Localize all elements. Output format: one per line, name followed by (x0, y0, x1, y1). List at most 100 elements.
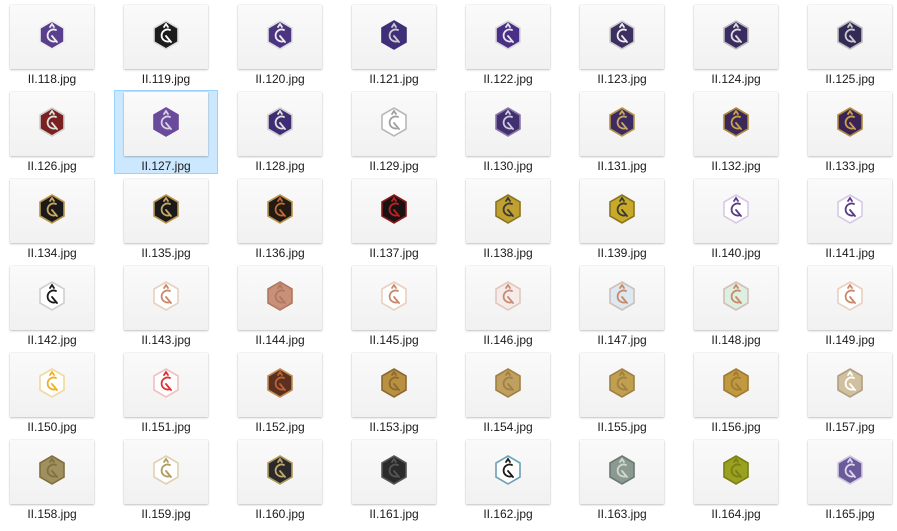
hexagon-badge-icon (267, 281, 293, 311)
hexagon-badge-icon (39, 281, 65, 311)
file-item[interactable]: II.159.jpg (114, 438, 218, 522)
file-item[interactable]: II.152.jpg (228, 351, 332, 435)
file-item[interactable]: II.129.jpg (342, 90, 446, 174)
file-thumbnail (694, 440, 778, 504)
file-thumbnail (124, 5, 208, 69)
hexagon-badge-icon (495, 368, 521, 398)
file-item[interactable]: II.155.jpg (570, 351, 674, 435)
hexagon-badge-icon (381, 194, 407, 224)
file-item[interactable]: II.141.jpg (798, 177, 897, 261)
hexagon-badge-icon (39, 194, 65, 224)
file-item[interactable]: II.149.jpg (798, 264, 897, 348)
hexagon-badge-icon (381, 20, 407, 50)
file-thumbnail (580, 353, 664, 417)
file-item[interactable]: II.142.jpg (0, 264, 104, 348)
file-thumbnail (580, 179, 664, 243)
file-item[interactable]: II.122.jpg (456, 3, 560, 87)
file-item[interactable]: II.119.jpg (114, 3, 218, 87)
file-item[interactable]: II.160.jpg (228, 438, 332, 522)
file-name-label: II.137.jpg (369, 246, 419, 260)
file-item[interactable]: II.120.jpg (228, 3, 332, 87)
hexagon-badge-icon (837, 455, 863, 485)
file-item[interactable]: II.147.jpg (570, 264, 674, 348)
file-item[interactable]: II.144.jpg (228, 264, 332, 348)
file-name-label: II.161.jpg (369, 507, 419, 521)
hexagon-badge-icon (723, 368, 749, 398)
file-name-label: II.142.jpg (27, 333, 77, 347)
file-name-label: II.151.jpg (141, 420, 191, 434)
file-item[interactable]: II.156.jpg (684, 351, 788, 435)
file-thumbnail (10, 5, 94, 69)
file-item[interactable]: II.130.jpg (456, 90, 560, 174)
file-item[interactable]: II.127.jpg (114, 90, 218, 174)
hexagon-badge-icon (837, 368, 863, 398)
file-item[interactable]: II.162.jpg (456, 438, 560, 522)
file-name-label: II.150.jpg (27, 420, 77, 434)
file-thumbnail (694, 353, 778, 417)
file-item[interactable]: II.134.jpg (0, 177, 104, 261)
file-thumbnail (808, 353, 892, 417)
file-item[interactable]: II.126.jpg (0, 90, 104, 174)
file-name-label: II.124.jpg (711, 72, 761, 86)
file-item[interactable]: II.136.jpg (228, 177, 332, 261)
file-name-label: II.118.jpg (27, 72, 77, 86)
hexagon-badge-icon (495, 455, 521, 485)
file-item[interactable]: II.124.jpg (684, 3, 788, 87)
file-thumbnail (466, 266, 550, 330)
file-item[interactable]: II.139.jpg (570, 177, 674, 261)
file-thumbnail (238, 179, 322, 243)
file-name-label: II.139.jpg (597, 246, 647, 260)
file-item[interactable]: II.154.jpg (456, 351, 560, 435)
file-item[interactable]: II.135.jpg (114, 177, 218, 261)
file-thumbnail (10, 266, 94, 330)
file-name-label: II.157.jpg (825, 420, 875, 434)
file-item[interactable]: II.137.jpg (342, 177, 446, 261)
file-thumbnail (580, 92, 664, 156)
file-name-label: II.156.jpg (711, 420, 761, 434)
file-item[interactable]: II.131.jpg (570, 90, 674, 174)
file-thumbnail (10, 92, 94, 156)
file-item[interactable]: II.125.jpg (798, 3, 897, 87)
file-item[interactable]: II.161.jpg (342, 438, 446, 522)
file-item[interactable]: II.153.jpg (342, 351, 446, 435)
file-item[interactable]: II.151.jpg (114, 351, 218, 435)
file-item[interactable]: II.165.jpg (798, 438, 897, 522)
file-item[interactable]: II.164.jpg (684, 438, 788, 522)
file-item[interactable]: II.146.jpg (456, 264, 560, 348)
file-item[interactable]: II.150.jpg (0, 351, 104, 435)
hexagon-badge-icon (495, 281, 521, 311)
file-item[interactable]: II.158.jpg (0, 438, 104, 522)
file-item[interactable]: II.163.jpg (570, 438, 674, 522)
hexagon-badge-icon (267, 20, 293, 50)
file-item[interactable]: II.138.jpg (456, 177, 560, 261)
file-thumbnail (808, 266, 892, 330)
hexagon-badge-icon (609, 107, 635, 137)
file-thumbnail (352, 179, 436, 243)
file-thumbnail (808, 5, 892, 69)
file-thumbnail (352, 440, 436, 504)
hexagon-badge-icon (267, 455, 293, 485)
file-name-label: II.132.jpg (711, 159, 761, 173)
file-item[interactable]: II.128.jpg (228, 90, 332, 174)
file-item[interactable]: II.132.jpg (684, 90, 788, 174)
file-name-label: II.158.jpg (27, 507, 77, 521)
file-item[interactable]: II.157.jpg (798, 351, 897, 435)
file-item[interactable]: II.118.jpg (0, 3, 104, 87)
file-name-label: II.141.jpg (825, 246, 875, 260)
file-item[interactable]: II.140.jpg (684, 177, 788, 261)
file-name-label: II.146.jpg (483, 333, 533, 347)
file-name-label: II.119.jpg (141, 72, 191, 86)
hexagon-badge-icon (609, 20, 635, 50)
hexagon-badge-icon (39, 368, 65, 398)
file-item[interactable]: II.121.jpg (342, 3, 446, 87)
file-name-label: II.153.jpg (369, 420, 419, 434)
file-thumbnail (580, 5, 664, 69)
file-thumbnail (808, 92, 892, 156)
file-name-label: II.128.jpg (255, 159, 305, 173)
file-item[interactable]: II.133.jpg (798, 90, 897, 174)
file-item[interactable]: II.148.jpg (684, 264, 788, 348)
file-item[interactable]: II.145.jpg (342, 264, 446, 348)
file-item[interactable]: II.123.jpg (570, 3, 674, 87)
file-item[interactable]: II.143.jpg (114, 264, 218, 348)
file-thumbnail (352, 5, 436, 69)
